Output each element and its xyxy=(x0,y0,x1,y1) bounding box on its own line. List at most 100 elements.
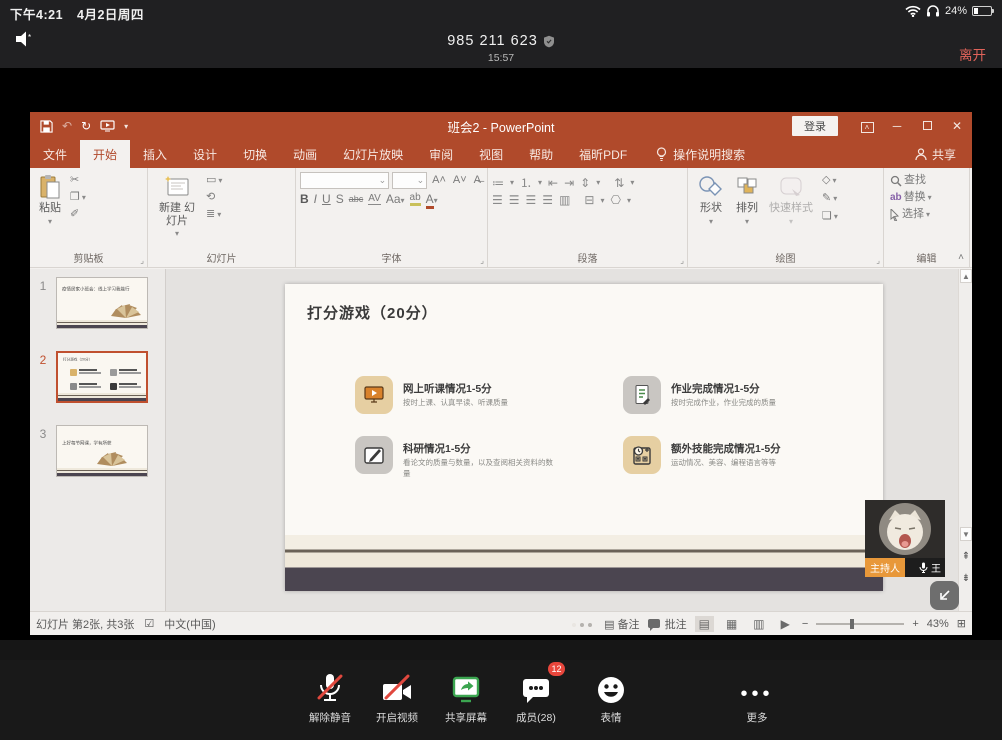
font-size-combo[interactable]: ⌄ xyxy=(392,172,427,189)
font-name-combo[interactable]: ⌄ xyxy=(300,172,389,189)
comments-button[interactable]: 批注 xyxy=(648,616,687,632)
zoom-slider[interactable] xyxy=(816,623,904,625)
tab-2[interactable]: 开始 xyxy=(80,140,130,168)
tab-5[interactable]: 切换 xyxy=(230,140,280,168)
close-button[interactable]: ✕ xyxy=(942,119,972,133)
bullets-button[interactable]: ≔ xyxy=(492,176,504,190)
tab-11[interactable]: 福昕PDF xyxy=(566,140,640,168)
char-spacing-button[interactable]: AV xyxy=(368,193,381,205)
save-icon[interactable] xyxy=(40,120,53,133)
cut-button[interactable]: ✂ xyxy=(68,172,88,189)
language-indicator[interactable]: 中文(中国) xyxy=(164,616,215,632)
notes-button[interactable]: ▤ 备注 xyxy=(604,616,639,632)
justify-button[interactable]: ☰ xyxy=(542,193,553,207)
shapes-button[interactable]: 形状 ▾ xyxy=(692,172,730,228)
highlight-button[interactable]: ab xyxy=(410,192,421,206)
zoom-slider-thumb[interactable] xyxy=(850,619,854,629)
more-button[interactable]: ••• 更多 xyxy=(712,670,802,725)
tellme-search[interactable]: 操作说明搜索 xyxy=(656,140,745,168)
fit-to-window-button[interactable]: ⊞ xyxy=(957,617,966,630)
drawing-dialog-launcher[interactable]: ⌟ xyxy=(876,256,880,265)
tab-6[interactable]: 动画 xyxy=(280,140,330,168)
align-left-button[interactable]: ☰ xyxy=(492,193,503,207)
bold-button[interactable]: B xyxy=(300,192,309,206)
shape-effects-button[interactable]: ❏▾ xyxy=(820,208,840,225)
spellcheck-icon[interactable]: ☑ xyxy=(144,617,154,630)
font-color-button[interactable]: A▾ xyxy=(426,192,438,206)
align-center-button[interactable]: ☰ xyxy=(509,193,520,207)
zoom-level[interactable]: 43% xyxy=(927,618,949,630)
paragraph-dialog-launcher[interactable]: ⌟ xyxy=(680,256,684,265)
normal-view-button[interactable]: ▤ xyxy=(695,616,714,632)
align-right-button[interactable]: ☰ xyxy=(526,193,537,207)
share-button[interactable]: 共享 xyxy=(915,140,956,168)
copy-button[interactable]: ❐▾ xyxy=(68,189,88,206)
section-button[interactable]: ≣▾ xyxy=(204,206,224,223)
format-painter-button[interactable]: ✐ xyxy=(68,206,88,223)
next-slide-button[interactable]: ⇟ xyxy=(960,573,972,584)
zoom-in-button[interactable]: + xyxy=(912,618,918,630)
shape-outline-button[interactable]: ✎▾ xyxy=(820,190,840,207)
align-text-button[interactable]: ⊟ xyxy=(584,193,594,207)
current-slide[interactable]: 打分游戏（20分） 网上听课情况1-5分按时上课、认真早读、听课质量 作业完成情… xyxy=(285,284,883,591)
shrink-font-button[interactable]: A˅ xyxy=(451,172,469,189)
slide-sorter-view-button[interactable]: ▦ xyxy=(722,616,741,632)
minimize-button[interactable]: ─ xyxy=(882,119,912,133)
reset-button[interactable]: ⟲ xyxy=(204,189,224,206)
quick-styles-button[interactable]: 快速样式 ▾ xyxy=(764,172,818,228)
thumbnail-2[interactable]: 2 打分游戏（20分） xyxy=(30,351,165,403)
tab-1[interactable]: 文件 xyxy=(30,140,80,168)
previous-slide-button[interactable]: ⇞ xyxy=(960,551,972,562)
grow-font-button[interactable]: A˄ xyxy=(430,172,448,189)
line-spacing-button[interactable]: ⇕ xyxy=(580,176,590,190)
maximize-button[interactable] xyxy=(912,119,942,133)
paste-button[interactable]: 粘贴 ▾ xyxy=(34,172,66,228)
columns-button[interactable]: ▥ xyxy=(559,193,570,207)
tab-4[interactable]: 设计 xyxy=(180,140,230,168)
numbering-button[interactable]: ⒈ xyxy=(520,174,532,191)
undo-icon[interactable]: ↶ xyxy=(62,119,72,133)
find-button[interactable]: 查找 xyxy=(888,172,965,189)
clear-format-button[interactable]: A̶ xyxy=(472,172,483,189)
italic-button[interactable]: I xyxy=(314,192,317,206)
tab-10[interactable]: 帮助 xyxy=(516,140,566,168)
host-video-thumbnail[interactable]: 主持人 王 xyxy=(865,500,945,577)
replace-button[interactable]: ab 替换 ▾ xyxy=(888,189,965,206)
zoom-out-button[interactable]: − xyxy=(802,618,808,630)
underline-button[interactable]: U xyxy=(322,192,331,206)
tab-7[interactable]: 幻灯片放映 xyxy=(330,140,416,168)
leave-button[interactable]: 离开 xyxy=(959,44,986,64)
font-dialog-launcher[interactable]: ⌟ xyxy=(480,256,484,265)
minimize-video-button[interactable] xyxy=(930,581,959,610)
change-case-button[interactable]: Aa▾ xyxy=(386,192,405,206)
collapse-ribbon-button[interactable]: ˄ xyxy=(958,252,964,263)
thumbnail-3[interactable]: 3 上好每节网课，学有所获 xyxy=(30,425,165,477)
scroll-up-button[interactable]: ▲ xyxy=(960,269,972,283)
qat-caret-icon[interactable]: ▾ xyxy=(124,122,128,131)
indent-button[interactable]: ⇥ xyxy=(564,176,574,190)
scroll-down-button[interactable]: ▼ xyxy=(960,527,972,541)
redo-icon[interactable]: ↻ xyxy=(81,119,91,133)
arrange-button[interactable]: 排列 ▾ xyxy=(730,172,764,228)
reading-view-button[interactable]: ▥ xyxy=(749,616,768,632)
start-slideshow-icon[interactable] xyxy=(100,120,115,132)
vertical-scrollbar[interactable]: ▲ ▼ ⇞ ⇟ xyxy=(958,269,972,611)
emoji-button[interactable]: 表情 xyxy=(566,670,656,725)
thumbnail-1[interactable]: 1 疫情居家小班会：线上学习我能行 xyxy=(30,277,165,329)
select-button[interactable]: 选择 ▾ xyxy=(888,206,965,223)
new-slide-button[interactable]: 新建 幻灯片 ▾ xyxy=(152,172,202,240)
outdent-button[interactable]: ⇤ xyxy=(548,176,558,190)
slideshow-view-button[interactable]: ▶ xyxy=(777,616,794,632)
ribbon-display-options-button[interactable]: ˄ xyxy=(852,119,882,133)
clipboard-dialog-launcher[interactable]: ⌟ xyxy=(140,256,144,265)
tab-8[interactable]: 审阅 xyxy=(416,140,466,168)
meeting-id-row[interactable]: 985 211 623 xyxy=(447,33,555,49)
tab-3[interactable]: 插入 xyxy=(130,140,180,168)
smartart-button[interactable]: ⎔ xyxy=(610,193,620,207)
tab-9[interactable]: 视图 xyxy=(466,140,516,168)
layout-button[interactable]: ▭▾ xyxy=(204,172,224,189)
shadow-button[interactable]: S xyxy=(336,192,344,206)
signin-button[interactable]: 登录 xyxy=(792,116,838,136)
strikethrough-button[interactable]: abc xyxy=(349,194,364,204)
shape-fill-button[interactable]: ◇▾ xyxy=(820,172,840,189)
